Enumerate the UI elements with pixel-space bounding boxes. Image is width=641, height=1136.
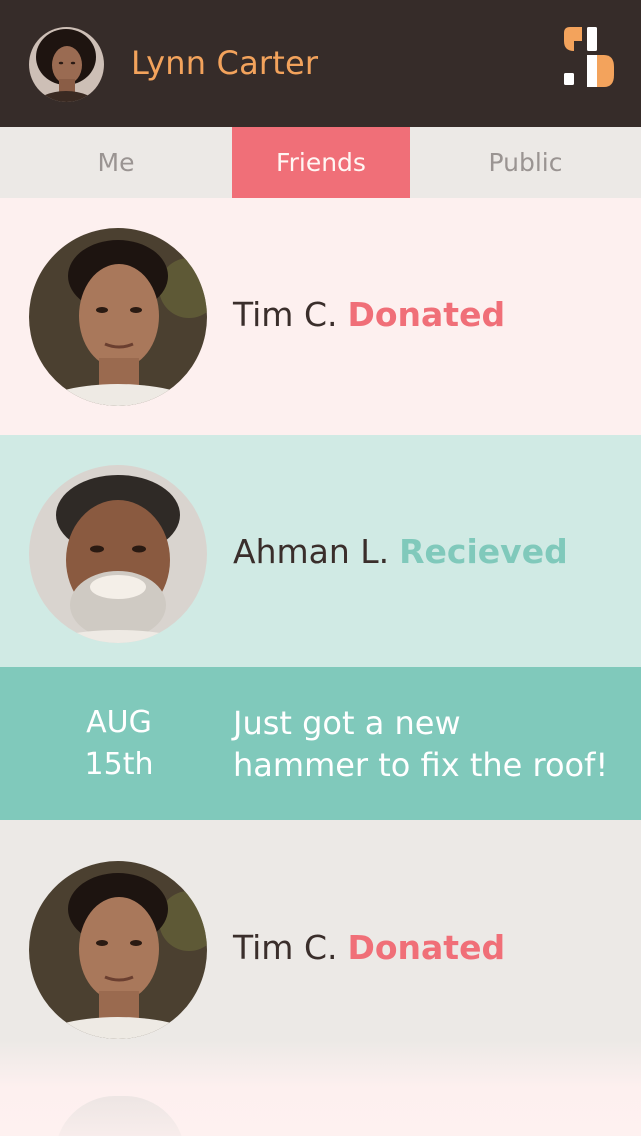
donated-label: Donated xyxy=(347,295,506,334)
post-message-line: hammer to fix the roof! xyxy=(233,746,609,784)
friend-name[interactable]: Tim C. xyxy=(233,295,337,334)
app-header: Lynn Carter xyxy=(0,0,641,127)
feed-entry: Tim C. Donated xyxy=(233,295,505,334)
post-message-line: Just got a new xyxy=(233,704,461,742)
feed-item-faded xyxy=(0,1040,641,1136)
feed-entry: Tim C. Donated xyxy=(233,928,505,967)
feed-item[interactable]: Ahman L. Recieved xyxy=(0,435,641,667)
friend-name[interactable]: Ahman L. xyxy=(233,532,389,571)
user-name: Lynn Carter xyxy=(131,44,319,82)
faded-avatar xyxy=(55,1096,185,1136)
friend-name[interactable]: Tim C. xyxy=(233,928,337,967)
post-message: Just got a new hammer to fix the roof! xyxy=(233,702,608,786)
tab-me[interactable]: Me xyxy=(0,127,232,198)
feed-entry: Ahman L. Recieved xyxy=(233,532,568,571)
post-date-month: AUG xyxy=(86,705,152,740)
tab-public[interactable]: Public xyxy=(410,127,641,198)
tab-friends[interactable]: Friends xyxy=(232,127,410,198)
feed-item[interactable]: Tim C. Donated xyxy=(0,820,641,1040)
friend-photo-icon xyxy=(29,228,207,406)
post-date-day: 15th xyxy=(84,747,154,782)
feed-item[interactable]: Tim C. Donated xyxy=(0,198,641,435)
post-date: AUG 15th xyxy=(44,702,194,786)
user-avatar[interactable] xyxy=(29,27,104,102)
feed-item-message[interactable]: AUG 15th Just got a new hammer to fix th… xyxy=(0,667,641,820)
tab-bar: Me Friends Public xyxy=(0,127,641,198)
friend-photo-icon xyxy=(29,465,207,643)
received-label: Recieved xyxy=(399,532,568,571)
donated-label: Donated xyxy=(347,928,506,967)
friend-avatar[interactable] xyxy=(29,465,207,643)
friend-avatar[interactable] xyxy=(29,228,207,406)
user-avatar-photo-icon xyxy=(29,27,104,102)
friend-photo-icon xyxy=(29,861,207,1039)
app-logo-icon[interactable] xyxy=(560,27,614,87)
friend-avatar[interactable] xyxy=(29,861,207,1039)
